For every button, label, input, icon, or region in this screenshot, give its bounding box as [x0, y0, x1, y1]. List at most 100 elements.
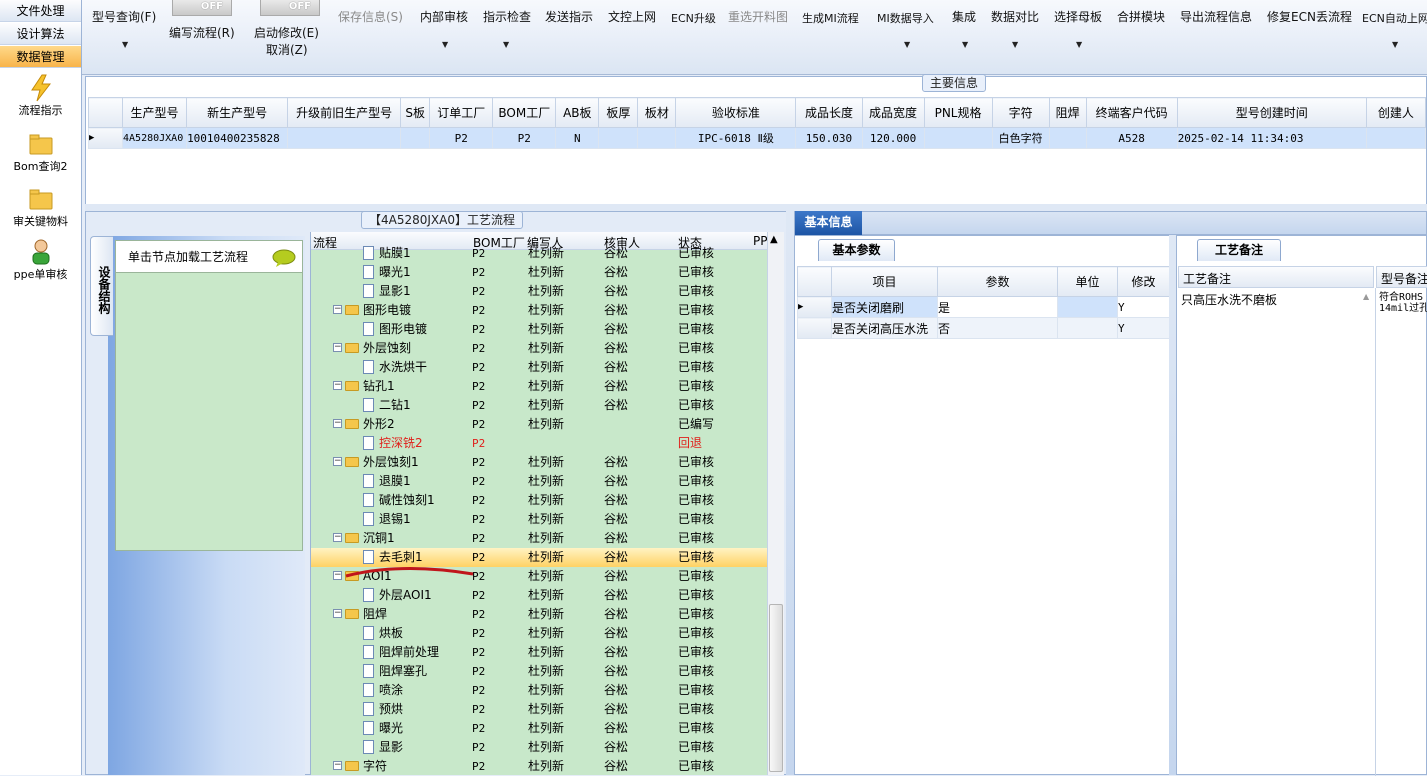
tree-cell-bom[interactable]: P2	[472, 244, 485, 263]
collapse-icon[interactable]: −	[333, 381, 342, 390]
tree-cell-status[interactable]: 已审核	[678, 472, 714, 491]
tree-node[interactable]: − 钻孔1	[333, 377, 395, 396]
tree-node[interactable]: 烘板	[363, 624, 403, 643]
column-header[interactable]: 生产型号	[122, 97, 188, 128]
tree-cell-bom[interactable]: P2	[472, 339, 485, 358]
nav-item-key-material[interactable]: 审关键物料	[0, 185, 81, 239]
tree-row[interactable]: 显影 P2 杜列新 谷松 已审核	[311, 738, 767, 757]
tree-cell-reviewer[interactable]: 谷松	[604, 453, 628, 472]
tree-cell-status[interactable]: 已审核	[678, 263, 714, 282]
table-cell[interactable]	[287, 127, 402, 149]
table-cell[interactable]	[1057, 296, 1118, 318]
tree-cell-bom[interactable]: P2	[472, 263, 485, 282]
tree-node[interactable]: 曝光1	[363, 263, 411, 282]
tree-cell-writer[interactable]: 杜列新	[528, 624, 564, 643]
collapse-icon[interactable]: −	[333, 343, 342, 352]
tree-cell-reviewer[interactable]: 谷松	[604, 586, 628, 605]
tree-cell-status[interactable]: 已审核	[678, 738, 714, 757]
chevron-down-icon[interactable]: ▼	[442, 40, 448, 49]
tree-cell-bom[interactable]: P2	[472, 719, 485, 738]
tree-cell-status[interactable]: 已审核	[678, 605, 714, 624]
table-cell[interactable]: 是否关闭高压水洗	[831, 317, 938, 339]
tree-node[interactable]: − 字符	[333, 757, 387, 775]
process-tree-scrollbar[interactable]: ▲	[767, 232, 784, 775]
table-cell[interactable]: 10010400235828	[186, 127, 289, 149]
scrollbar-thumb[interactable]	[769, 604, 783, 772]
table-cell[interactable]	[637, 127, 677, 149]
table-cell[interactable]: P2	[492, 127, 557, 149]
column-header[interactable]: 成品宽度	[861, 97, 925, 128]
tree-row[interactable]: 退膜1 P2 杜列新 谷松 已审核	[311, 472, 767, 491]
tree-row[interactable]: − 外层蚀刻 P2 杜列新 谷松 已审核	[311, 339, 767, 358]
tree-cell-reviewer[interactable]: 谷松	[604, 491, 628, 510]
tree-cell-status[interactable]: 已审核	[678, 681, 714, 700]
tree-cell-reviewer[interactable]: 谷松	[604, 320, 628, 339]
send-instruction-button[interactable]: 发送指示	[545, 8, 593, 25]
tree-cell-reviewer[interactable]: 谷松	[604, 643, 628, 662]
tree-row[interactable]: − 外形2 P2 杜列新 已编写	[311, 415, 767, 434]
tree-cell-writer[interactable]: 杜列新	[528, 586, 564, 605]
tree-row[interactable]: − 外层蚀刻1 P2 杜列新 谷松 已审核	[311, 453, 767, 472]
enable-modify-toggle[interactable]: OFF	[260, 0, 320, 16]
tree-cell-writer[interactable]: 杜列新	[528, 529, 564, 548]
tree-node[interactable]: 喷涂	[363, 681, 403, 700]
table-cell[interactable]: Y	[1117, 317, 1170, 339]
tree-cell-reviewer[interactable]: 谷松	[604, 624, 628, 643]
tree-cell-writer[interactable]: 杜列新	[528, 358, 564, 377]
tree-cell-status[interactable]: 已审核	[678, 624, 714, 643]
model-query-button[interactable]: 型号查询(F)	[92, 8, 156, 25]
table-row[interactable]: ▶ 是否关闭磨刷 是 Y	[797, 296, 1170, 318]
tree-cell-reviewer[interactable]: 谷松	[604, 263, 628, 282]
tree-row[interactable]: 烘板 P2 杜列新 谷松 已审核	[311, 624, 767, 643]
model-remark-text[interactable]: 符合ROHS 14mil过孔	[1379, 292, 1427, 314]
tree-cell-writer[interactable]: 杜列新	[528, 510, 564, 529]
column-header[interactable]: 板厚	[598, 97, 639, 128]
tree-cell-writer[interactable]: 杜列新	[528, 377, 564, 396]
column-header[interactable]: 订单工厂	[429, 97, 494, 128]
export-flow-info-button[interactable]: 导出流程信息	[1180, 8, 1252, 25]
chevron-down-icon[interactable]: ▼	[904, 40, 910, 49]
tree-cell-status[interactable]: 已审核	[678, 529, 714, 548]
ecn-auto-online-button[interactable]: ECN自动上网	[1362, 10, 1427, 26]
tree-cell-reviewer[interactable]: 谷松	[604, 244, 628, 263]
tree-cell-status[interactable]: 已审核	[678, 719, 714, 738]
repair-ecn-flow-button[interactable]: 修复ECN丢流程	[1267, 8, 1352, 25]
table-row[interactable]: 是否关闭高压水洗 否 Y	[797, 317, 1170, 339]
column-header[interactable]: AB板	[555, 97, 600, 128]
tree-cell-bom[interactable]: P2	[472, 377, 485, 396]
column-header[interactable]: 修改	[1117, 266, 1170, 297]
tree-node[interactable]: − 图形电镀	[333, 301, 411, 320]
tree-row[interactable]: 外层AOI1 P2 杜列新 谷松 已审核	[311, 586, 767, 605]
tree-cell-writer[interactable]: 杜列新	[528, 567, 564, 586]
tree-cell-bom[interactable]: P2	[472, 681, 485, 700]
horizontal-splitter[interactable]	[85, 204, 1427, 211]
column-header[interactable]: 单位	[1057, 266, 1118, 297]
tree-node[interactable]: 二钻1	[363, 396, 411, 415]
tree-cell-writer[interactable]: 杜列新	[528, 605, 564, 624]
save-info-button[interactable]: 保存信息(S)	[338, 8, 403, 25]
tree-cell-status[interactable]: 已审核	[678, 757, 714, 775]
tree-cell-reviewer[interactable]: 谷松	[604, 529, 628, 548]
tree-cell-status[interactable]: 已审核	[678, 662, 714, 681]
tree-cell-bom[interactable]: P2	[472, 320, 485, 339]
table-cell[interactable]: 是否关闭磨刷	[831, 296, 938, 318]
node-load-hint[interactable]: 单击节点加载工艺流程	[115, 240, 303, 273]
column-header[interactable]: 成品长度	[795, 97, 863, 128]
tree-row[interactable]: − 字符 P2 杜列新 谷松 已审核	[311, 757, 767, 775]
tree-cell-status[interactable]: 已审核	[678, 396, 714, 415]
tree-cell-reviewer[interactable]: 谷松	[604, 738, 628, 757]
tree-cell-status[interactable]: 已审核	[678, 377, 714, 396]
column-header[interactable]: 型号创建时间	[1176, 97, 1367, 128]
table-cell[interactable]	[598, 127, 639, 149]
tree-row[interactable]: 阻焊塞孔 P2 杜列新 谷松 已审核	[311, 662, 767, 681]
edit-flow-toggle[interactable]: OFF	[172, 0, 232, 16]
chevron-down-icon[interactable]: ▼	[1392, 40, 1398, 49]
tree-cell-bom[interactable]: P2	[472, 624, 485, 643]
tree-cell-writer[interactable]: 杜列新	[528, 244, 564, 263]
tree-node[interactable]: 外层AOI1	[363, 586, 432, 605]
select-master-board-button[interactable]: 选择母板	[1054, 8, 1102, 25]
tree-cell-reviewer[interactable]: 谷松	[604, 548, 628, 567]
tree-row[interactable]: 退锡1 P2 杜列新 谷松 已审核	[311, 510, 767, 529]
nav-item-bom-query[interactable]: Bom查询2	[0, 130, 81, 184]
table-cell[interactable]: P2	[429, 127, 494, 149]
